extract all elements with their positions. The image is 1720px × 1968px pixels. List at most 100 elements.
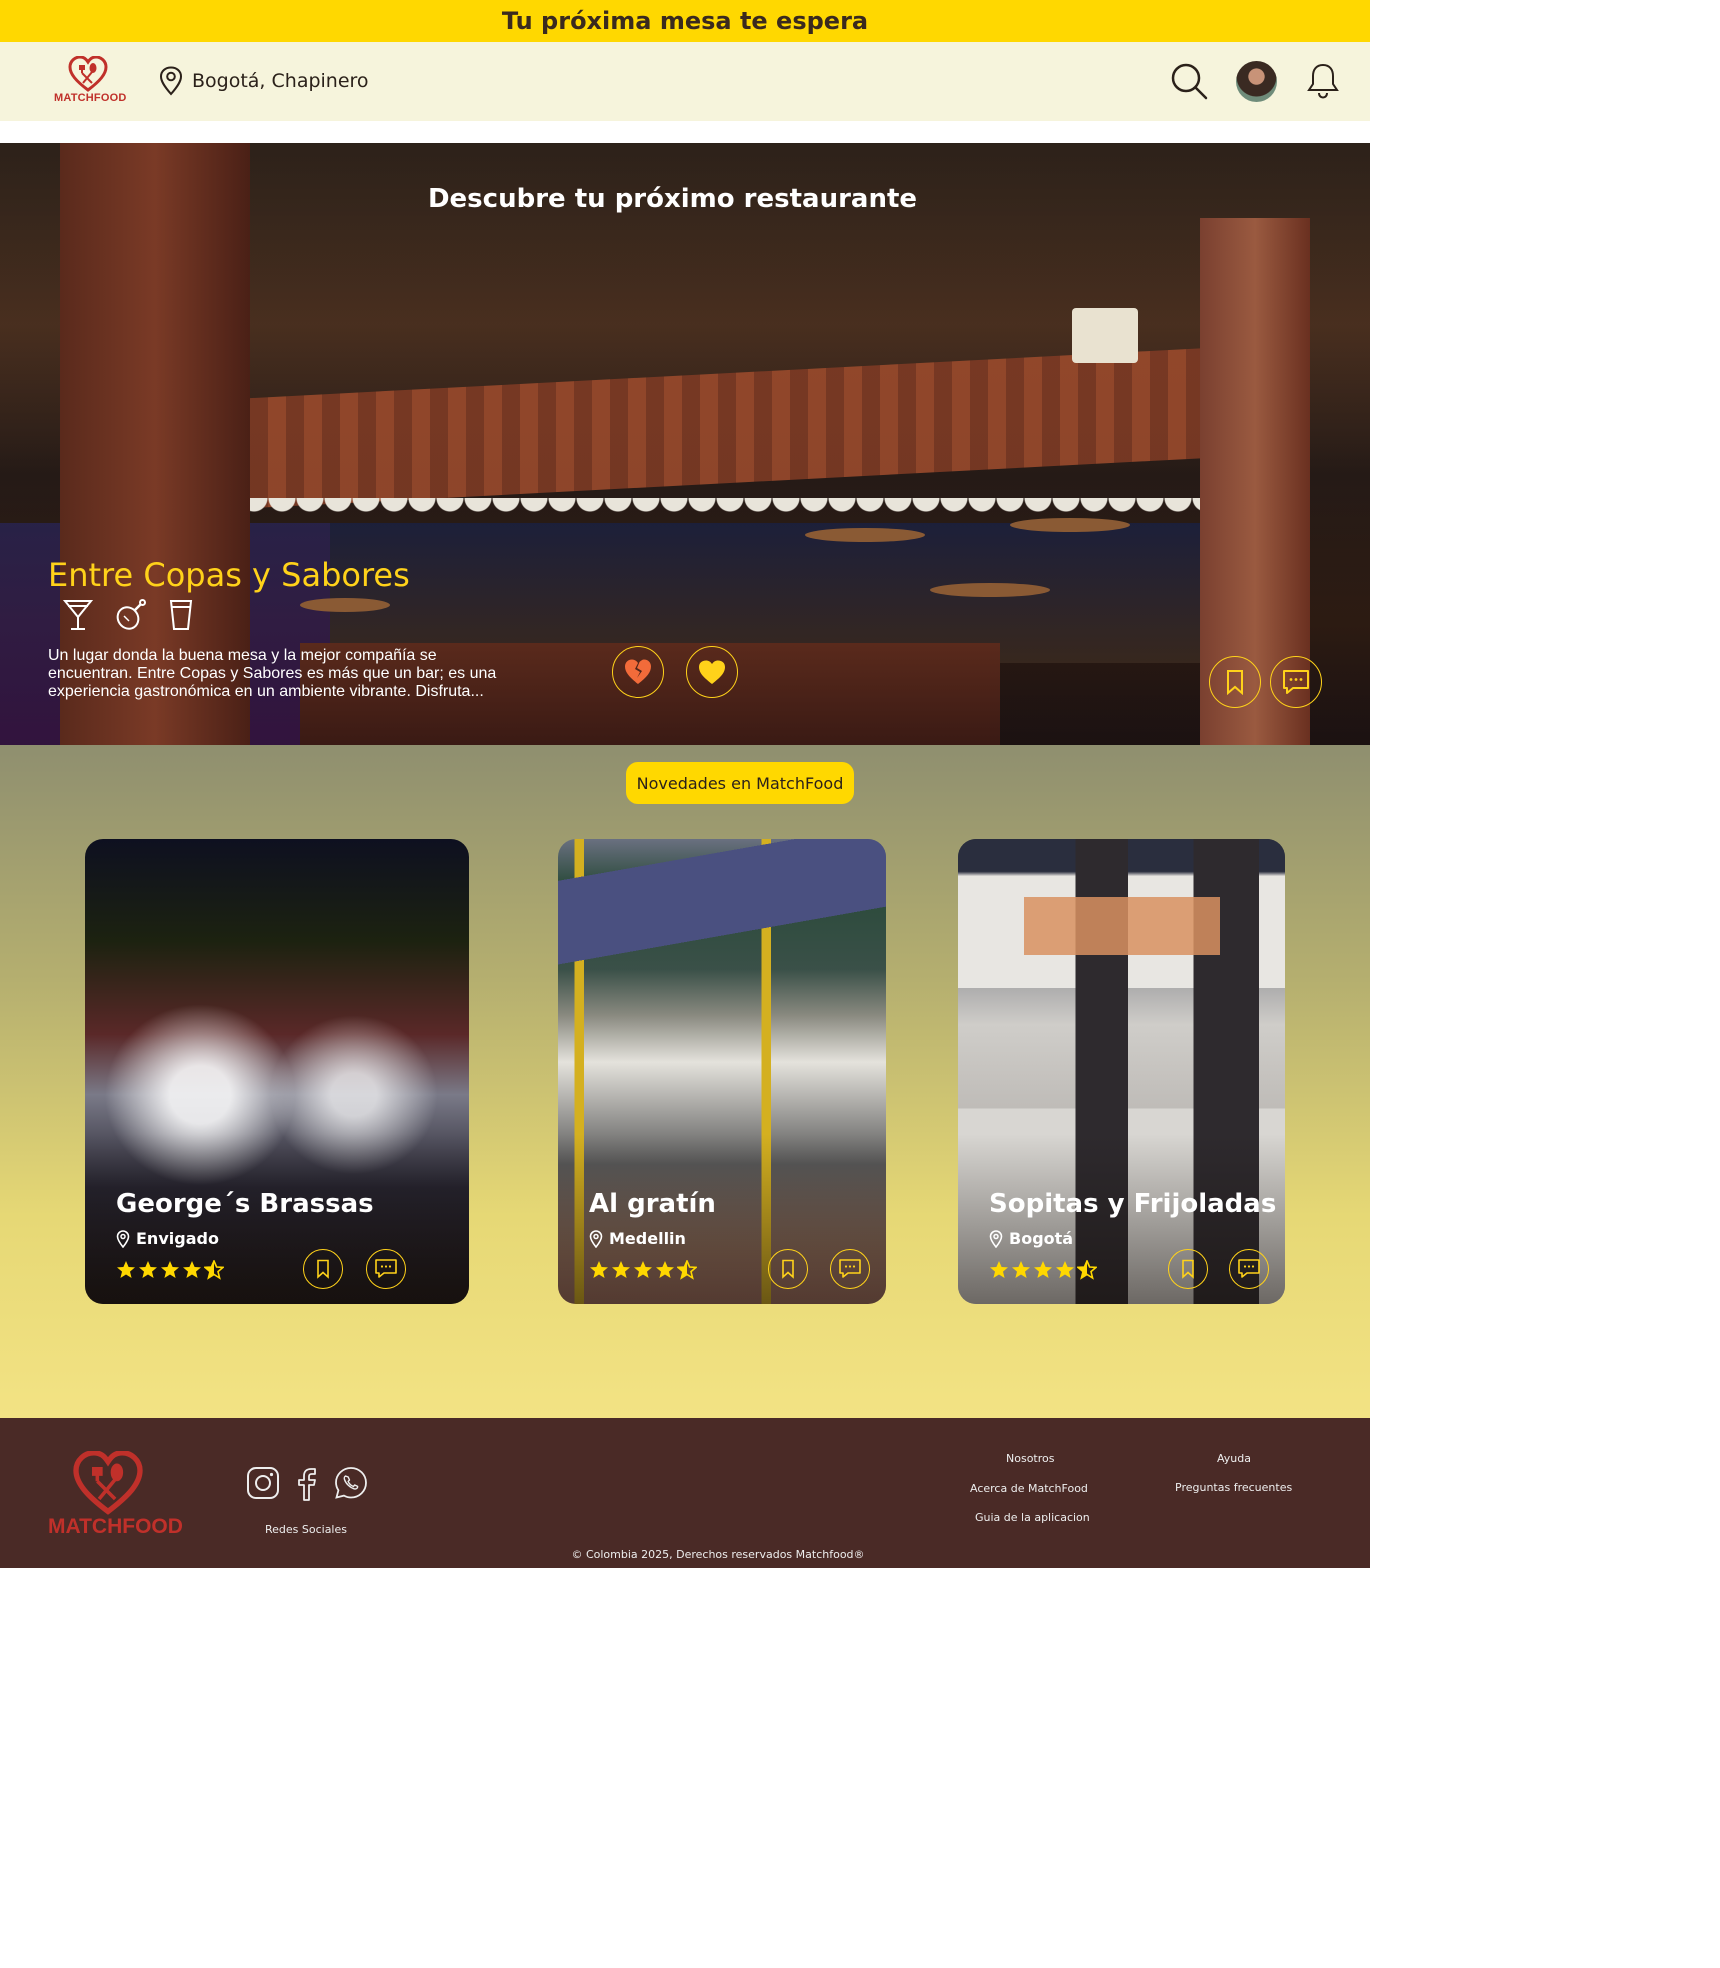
- card-save-button[interactable]: [1168, 1249, 1208, 1289]
- star-half-icon: [204, 1260, 224, 1280]
- star-icon: [139, 1261, 157, 1278]
- rating-stars: [589, 1260, 697, 1280]
- card-save-button[interactable]: [303, 1249, 343, 1289]
- beer-glass-icon: [169, 600, 193, 630]
- header: MATCHFOOD Bogotá, Chapinero: [0, 42, 1370, 121]
- location-pin-icon: [159, 66, 183, 96]
- top-banner: Tu próxima mesa te espera: [0, 0, 1370, 42]
- card-name: Sopitas y Frijoladas: [989, 1189, 1277, 1219]
- search-button[interactable]: [1170, 62, 1208, 104]
- card-comments-button[interactable]: [1229, 1249, 1269, 1289]
- news-section: Novedades en MatchFood George´s Brassas …: [0, 745, 1370, 1418]
- card-location-text: Medellin: [609, 1229, 686, 1248]
- logo[interactable]: MATCHFOOD: [54, 56, 127, 110]
- footer-link-faq[interactable]: Preguntas frecuentes: [1175, 1481, 1292, 1494]
- footer-link-about[interactable]: Acerca de MatchFood: [970, 1482, 1088, 1495]
- footer-logo[interactable]: MATCHFOOD: [48, 1451, 183, 1539]
- star-icon: [1056, 1261, 1074, 1278]
- copyright: © Colombia 2025, Derechos reservados Mat…: [571, 1548, 865, 1561]
- star-half-icon: [677, 1260, 697, 1280]
- whatsapp-icon[interactable]: [334, 1466, 368, 1500]
- location-pin-icon: [116, 1229, 130, 1248]
- star-icon: [161, 1261, 179, 1278]
- star-icon: [656, 1261, 674, 1278]
- broken-heart-icon: [625, 659, 651, 684]
- category-icons: [62, 598, 194, 632]
- card-name: George´s Brassas: [116, 1189, 374, 1219]
- banner-text: Tu próxima mesa te espera: [501, 7, 869, 35]
- chat-icon: [375, 1259, 397, 1278]
- star-icon: [612, 1261, 630, 1278]
- card-comments-button[interactable]: [830, 1249, 870, 1289]
- location-pin-icon: [589, 1229, 603, 1248]
- card-photo-sign: [1024, 897, 1220, 955]
- card-location: Envigado: [116, 1229, 219, 1248]
- hero-photo-stool: [300, 598, 390, 612]
- news-label[interactable]: Novedades en MatchFood: [626, 762, 854, 804]
- bookmark-icon: [1227, 670, 1243, 695]
- star-icon: [1034, 1261, 1052, 1278]
- restaurant-card[interactable]: Al gratín Medellin: [558, 839, 886, 1304]
- card-location-text: Bogotá: [1009, 1229, 1074, 1248]
- star-icon: [990, 1261, 1008, 1278]
- heart-logo-icon: [73, 1451, 143, 1515]
- restaurant-description: Un lugar donda la buena mesa y la mejor …: [48, 647, 497, 700]
- footer: MATCHFOOD Redes Sociales Nosotros Acerca…: [0, 1418, 1370, 1568]
- rating-stars: [116, 1260, 224, 1280]
- bookmark-icon: [782, 1259, 794, 1279]
- heart-logo-icon: [68, 56, 108, 92]
- star-half-icon: [1077, 1260, 1097, 1280]
- like-button[interactable]: [686, 646, 738, 698]
- hero-featured-restaurant[interactable]: Descubre tu próximo restaurante Entre Co…: [0, 143, 1370, 745]
- facebook-icon[interactable]: [294, 1466, 320, 1502]
- card-location-text: Envigado: [136, 1229, 219, 1248]
- notifications-button[interactable]: [1306, 62, 1340, 104]
- star-icon: [634, 1261, 652, 1278]
- hero-photo-bar: [330, 523, 1210, 663]
- chat-icon: [1283, 670, 1309, 694]
- cocktail-icon: [62, 600, 94, 630]
- card-name: Al gratín: [589, 1189, 716, 1219]
- chicken-leg-icon: [116, 599, 146, 630]
- bell-icon: [1307, 63, 1339, 99]
- search-icon: [1171, 63, 1208, 100]
- instagram-icon[interactable]: [246, 1466, 280, 1500]
- card-location: Medellin: [589, 1229, 686, 1248]
- bookmark-icon: [317, 1259, 329, 1279]
- footer-title-nosotros: Nosotros: [1006, 1452, 1055, 1465]
- heart-icon: [699, 660, 725, 684]
- dislike-button[interactable]: [612, 646, 664, 698]
- hero-title: Descubre tu próximo restaurante: [427, 184, 918, 214]
- restaurant-card[interactable]: Sopitas y Frijoladas Bogotá: [958, 839, 1285, 1304]
- card-comments-button[interactable]: [366, 1249, 406, 1289]
- card-location: Bogotá: [989, 1229, 1073, 1248]
- hero-photo-stool: [1010, 518, 1130, 532]
- location-selector[interactable]: Bogotá, Chapinero: [158, 66, 369, 96]
- avatar[interactable]: [1236, 61, 1277, 102]
- star-icon: [117, 1261, 135, 1278]
- bookmark-icon: [1182, 1259, 1194, 1279]
- comments-button[interactable]: [1270, 656, 1322, 708]
- social-links: [246, 1466, 368, 1502]
- hero-photo-stool: [930, 583, 1050, 597]
- footer-title-ayuda: Ayuda: [1217, 1452, 1251, 1465]
- star-icon: [183, 1261, 201, 1278]
- hero-photo-lamp: [1072, 308, 1138, 363]
- restaurant-name[interactable]: Entre Copas y Sabores: [48, 556, 410, 594]
- chat-icon: [839, 1259, 861, 1278]
- location-pin-icon: [989, 1229, 1003, 1248]
- star-icon: [1012, 1261, 1030, 1278]
- footer-logo-text: MATCHFOOD: [48, 1515, 183, 1538]
- hero-photo-roof: [250, 347, 1210, 509]
- card-save-button[interactable]: [768, 1249, 808, 1289]
- restaurant-card[interactable]: George´s Brassas Envigado: [85, 839, 469, 1304]
- chat-icon: [1238, 1259, 1260, 1278]
- logo-text: MATCHFOOD: [54, 92, 127, 104]
- social-label: Redes Sociales: [264, 1523, 347, 1536]
- rating-stars: [989, 1260, 1097, 1280]
- hero-photo-stool: [805, 528, 925, 542]
- footer-link-guide[interactable]: Guia de la aplicacion: [975, 1511, 1090, 1524]
- star-icon: [590, 1261, 608, 1278]
- save-button[interactable]: [1209, 656, 1261, 708]
- location-text: Bogotá, Chapinero: [192, 70, 369, 92]
